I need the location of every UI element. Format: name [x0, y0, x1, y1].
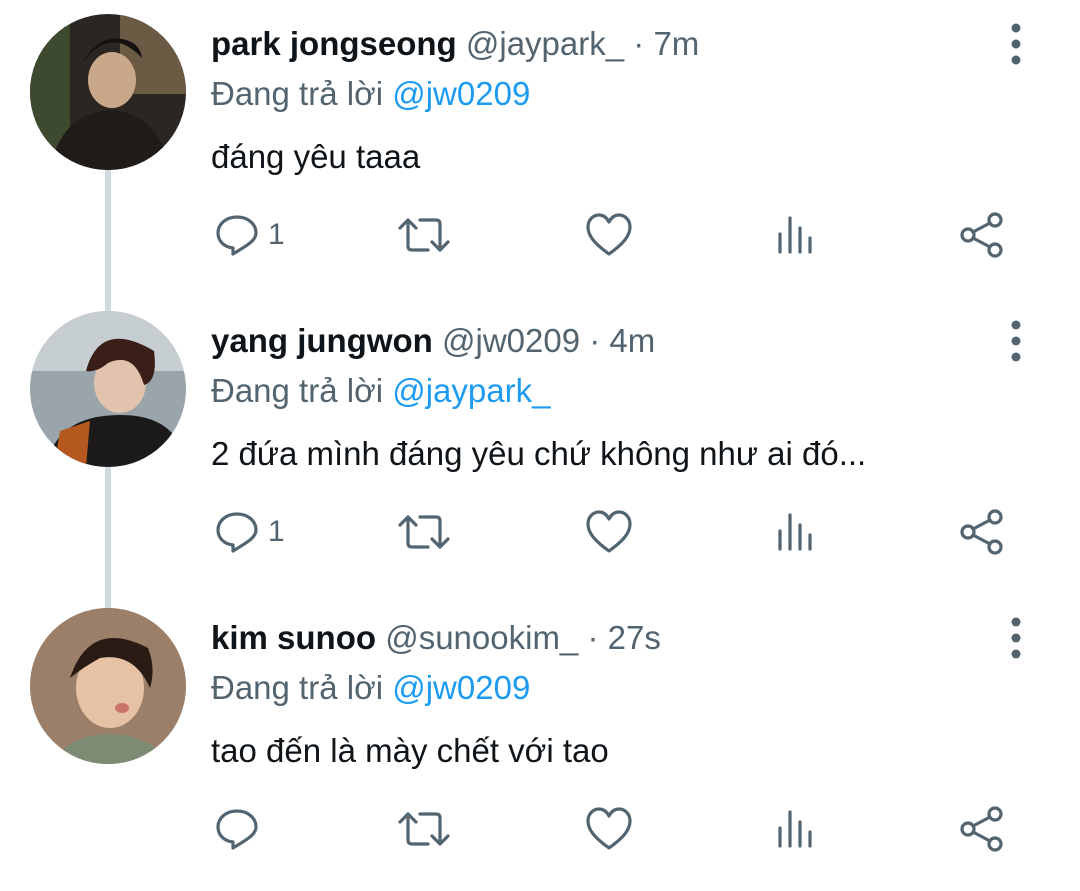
avatar[interactable] — [30, 311, 186, 467]
tweet-text: tao đến là mày chết với tao — [211, 732, 609, 769]
tweet-header: yang jungwon @jw0209 · 4m — [211, 321, 655, 361]
share-icon — [960, 212, 1003, 258]
like-icon — [586, 807, 632, 850]
timestamp[interactable]: 4m — [609, 322, 655, 359]
user-handle[interactable]: @sunookim_ — [385, 619, 578, 656]
analytics-button[interactable] — [776, 200, 816, 270]
timestamp[interactable]: 7m — [653, 25, 699, 62]
tweet[interactable]: park jongseong @jaypark_ · 7m Đang trả l… — [0, 0, 1080, 297]
reply-prefix: Đang trả lời — [211, 75, 384, 112]
analytics-icon — [778, 513, 812, 551]
reply-button[interactable]: 1 — [214, 497, 285, 567]
reply-prefix: Đang trả lời — [211, 669, 384, 706]
tweet-header: kim sunoo @sunookim_ · 27s — [211, 618, 661, 658]
reply-mention[interactable]: @jw0209 — [392, 669, 530, 706]
retweet-button[interactable] — [398, 497, 450, 567]
reply-context: Đang trả lời @jaypark_ — [211, 371, 550, 411]
reply-mention[interactable]: @jaypark_ — [392, 372, 550, 409]
more-vertical-icon[interactable] — [996, 616, 1036, 660]
like-button[interactable] — [585, 497, 633, 567]
reply-prefix: Đang trả lời — [211, 372, 384, 409]
retweet-icon — [398, 812, 450, 846]
share-icon — [960, 806, 1003, 852]
reply-context: Đang trả lời @jw0209 — [211, 74, 530, 114]
avatar[interactable] — [30, 608, 186, 764]
reply-icon — [216, 809, 258, 850]
share-button[interactable] — [959, 497, 1005, 567]
reply-button[interactable] — [214, 794, 268, 864]
retweet-icon — [398, 515, 450, 549]
action-bar: 1 — [0, 497, 1080, 567]
more-vertical-icon[interactable] — [996, 22, 1036, 66]
action-bar: 1 — [0, 200, 1080, 270]
timestamp[interactable]: 27s — [608, 619, 661, 656]
separator: · — [578, 619, 608, 656]
analytics-icon — [778, 216, 812, 254]
reply-icon — [216, 512, 258, 553]
reply-mention[interactable]: @jw0209 — [392, 75, 530, 112]
reply-count: 1 — [268, 515, 285, 548]
separator: · — [624, 25, 654, 62]
display-name[interactable]: kim sunoo — [211, 619, 376, 656]
like-icon — [586, 213, 632, 256]
more-vertical-icon[interactable] — [996, 319, 1036, 363]
separator: · — [580, 322, 610, 359]
tweet[interactable]: yang jungwon @jw0209 · 4m Đang trả lời @… — [0, 297, 1080, 594]
like-icon — [586, 510, 632, 553]
tweet-header: park jongseong @jaypark_ · 7m — [211, 24, 699, 64]
tweet-text: 2 đứa mình đáng yêu chứ không như ai đó.… — [211, 435, 867, 472]
share-icon — [960, 509, 1003, 555]
analytics-icon — [778, 810, 812, 848]
analytics-button[interactable] — [776, 794, 816, 864]
reply-context: Đang trả lời @jw0209 — [211, 668, 530, 708]
tweet[interactable]: kim sunoo @sunookim_ · 27s Đang trả lời … — [0, 594, 1080, 891]
retweet-button[interactable] — [398, 794, 450, 864]
like-button[interactable] — [585, 200, 633, 270]
avatar[interactable] — [30, 14, 186, 170]
tweet-text: đáng yêu taaa — [211, 138, 421, 175]
display-name[interactable]: yang jungwon — [211, 322, 433, 359]
reply-icon — [216, 215, 258, 256]
user-handle[interactable]: @jw0209 — [442, 322, 580, 359]
reply-button[interactable]: 1 — [214, 200, 285, 270]
retweet-icon — [398, 218, 450, 252]
like-button[interactable] — [585, 794, 633, 864]
action-bar — [0, 794, 1080, 864]
share-button[interactable] — [959, 200, 1005, 270]
user-handle[interactable]: @jaypark_ — [466, 25, 624, 62]
analytics-button[interactable] — [776, 497, 816, 567]
display-name[interactable]: park jongseong — [211, 25, 457, 62]
share-button[interactable] — [959, 794, 1005, 864]
retweet-button[interactable] — [398, 200, 450, 270]
reply-count: 1 — [268, 218, 285, 251]
